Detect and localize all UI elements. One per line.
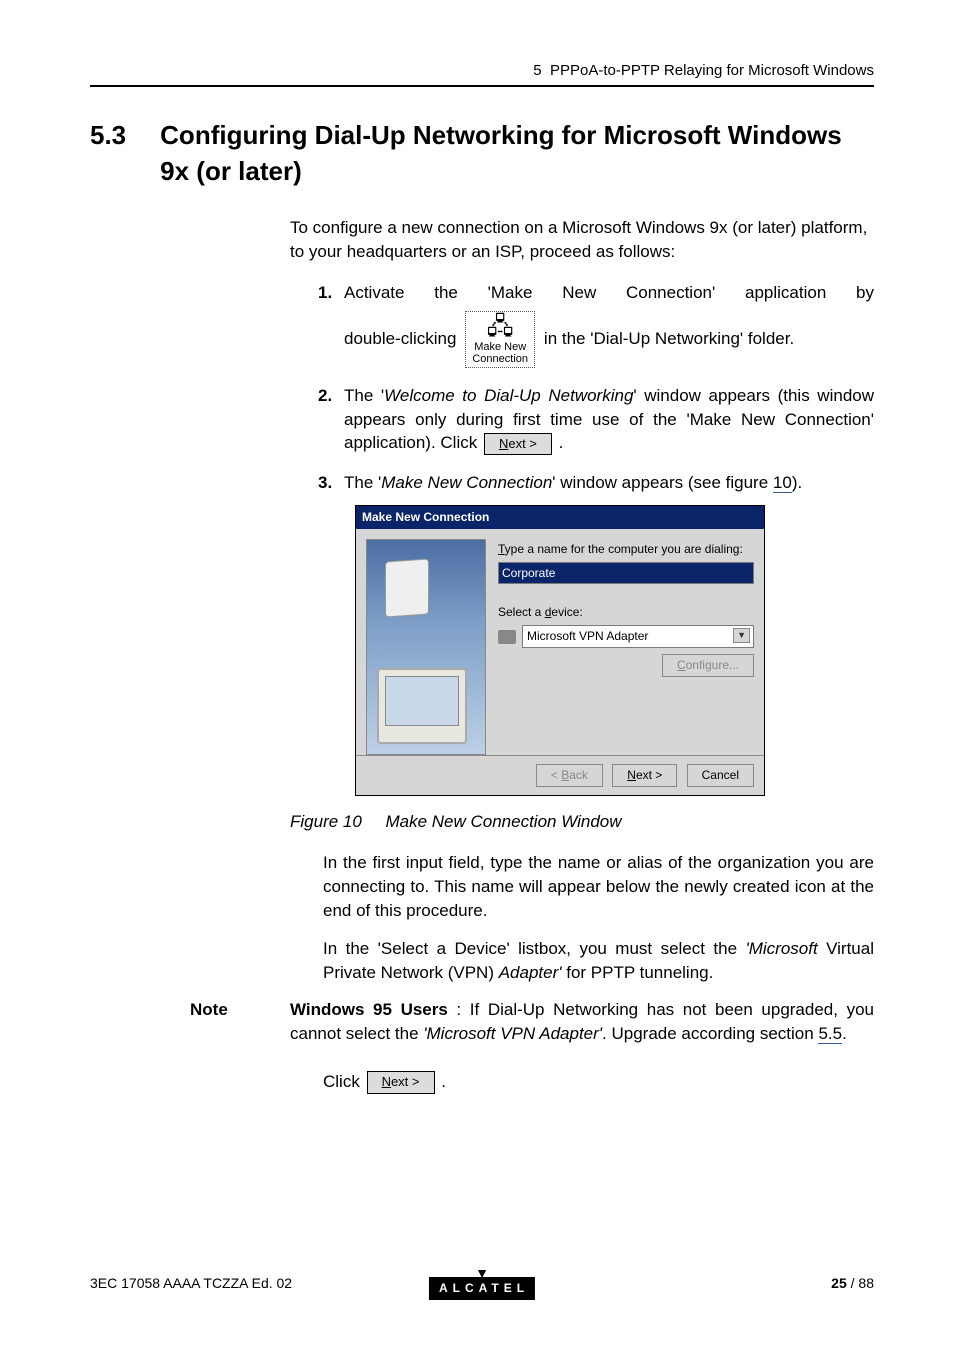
wizard-button-bar: < Back Next > Cancel [356, 755, 764, 795]
figure-caption: Figure 10 Make New Connection Window [290, 810, 874, 834]
figure-10-xref[interactable]: 10 [773, 473, 792, 493]
page-number: 25 / 88 [831, 1274, 874, 1294]
modem-icon [498, 630, 516, 644]
make-new-connection-window: Make New Connection Type a name for the … [355, 505, 765, 796]
wizard-cancel-button[interactable]: Cancel [687, 764, 754, 787]
section-number: 5.3 [90, 117, 126, 190]
section-5-5-xref[interactable]: 5.5 [818, 1024, 842, 1044]
note-block: Note Windows 95 Users : If Dial-Up Netwo… [90, 998, 874, 1093]
inline-next-button: Next > [484, 433, 552, 455]
doc-id: 3EC 17058 AAAA TCZZA Ed. 02 [90, 1274, 292, 1294]
wizard-titlebar: Make New Connection [356, 506, 764, 529]
section-title-text: Configuring Dial-Up Networking for Micro… [160, 117, 874, 190]
page-footer: 3EC 17058 AAAA TCZZA Ed. 02 ▼ ALCATEL 25… [90, 1274, 874, 1294]
monitor-icon [377, 668, 467, 744]
intro-paragraph: To configure a new connection on a Micro… [290, 216, 874, 264]
inline-next-button-2: Next > [367, 1071, 435, 1093]
wizard-sidebar-graphic [366, 539, 486, 755]
configure-button[interactable]: Configure... [662, 654, 754, 677]
click-next-line: Click Next > . [323, 1070, 874, 1094]
make-new-connection-icon: 🖧 Make New Connection [465, 311, 535, 368]
after-fig-p2: In the 'Select a Device' listbox, you mu… [323, 937, 874, 985]
step-2: 2. The 'Welcome to Dial-Up Networking' w… [318, 384, 874, 455]
wizard-next-button[interactable]: Next > [612, 764, 677, 787]
connection-glyph-icon: 🖧 [467, 314, 533, 340]
wizard-name-input[interactable]: Corporate [498, 562, 754, 585]
wizard-back-button: < Back [536, 764, 603, 787]
header-rule [90, 85, 874, 87]
alcatel-logo: ▼ ALCATEL [429, 1269, 535, 1300]
step-1: 1. Activate the 'Make New Connection' ap… [318, 281, 874, 367]
running-header: 5 PPPoA-to-PPTP Relaying for Microsoft W… [90, 60, 874, 85]
note-label: Note [190, 998, 290, 1093]
wizard-device-select[interactable]: Microsoft VPN Adapter [522, 625, 754, 648]
triangle-icon: ▼ [429, 1269, 535, 1277]
section-heading: 5.3 Configuring Dial-Up Networking for M… [90, 117, 874, 190]
wizard-type-label: Type a name for the computer you are dia… [498, 541, 754, 558]
after-fig-p1: In the first input field, type the name … [323, 851, 874, 922]
step-3: 3. The 'Make New Connection' window appe… [318, 471, 874, 495]
phone-icon [385, 558, 429, 617]
wizard-device-label: Select a device: [498, 604, 754, 621]
